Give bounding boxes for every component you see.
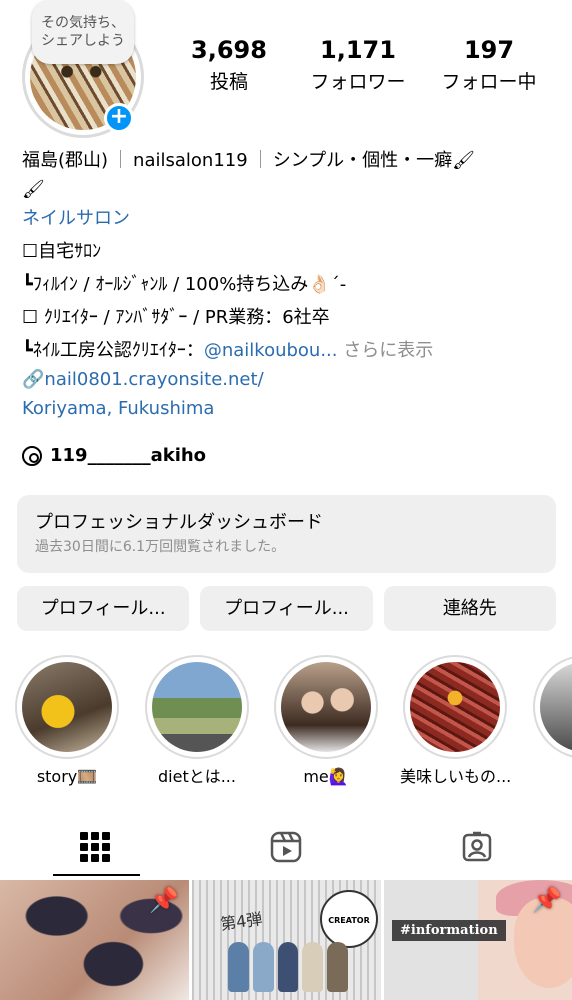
- followers-label: フォロワー: [310, 71, 406, 93]
- highlight-cover: [22, 662, 112, 752]
- following-label: フォロー中: [441, 71, 537, 93]
- tab-grid[interactable]: [0, 818, 190, 876]
- bio-emoji-row: 🖌: [22, 175, 552, 204]
- bio-mention-link[interactable]: @nailkoubou...: [204, 340, 338, 361]
- posts-grid: 📌 第4弾 CREATOR #information 📌: [0, 880, 572, 1000]
- contact-button[interactable]: 連絡先: [383, 586, 556, 631]
- bio-line-creator: ☐ ｸﾘｴｲﾀｰ / ｱﾝﾊﾞｻﾀﾞｰ / PR業務：6社卒: [22, 307, 330, 328]
- nail-samples: [228, 942, 348, 992]
- dashboard-subtitle: 過去30日間に6.1万回閲覧されました。: [35, 539, 286, 555]
- divider: [259, 150, 261, 168]
- threads-handle: 119_______akiho: [50, 445, 207, 466]
- post-overlay-text: 第4弾: [219, 909, 264, 934]
- highlight-item[interactable]: dietとは...: [142, 655, 252, 788]
- highlight-ring: [533, 655, 572, 759]
- highlight-cover: [152, 662, 242, 752]
- highlight-item[interactable]: 美味しいもの...: [400, 655, 512, 788]
- creator-badge: CREATOR: [320, 890, 378, 948]
- link-icon: 🔗: [22, 369, 45, 390]
- highlight-label: ｾﾙ: [530, 766, 572, 788]
- professional-dashboard[interactable]: プロフェッショナルダッシュボード 過去30日間に6.1万回閲覧されました。: [17, 495, 556, 573]
- note-bubble[interactable]: その気持ち、シェアしよう: [32, 0, 134, 64]
- highlight-ring: [15, 655, 119, 759]
- highlight-ring: [403, 655, 507, 759]
- bio-official-prefix: ┗ﾈｲﾙ工房公認ｸﾘｴｲﾀｰ：: [22, 340, 204, 361]
- highlight-label: dietとは...: [158, 767, 236, 786]
- threads-icon: [22, 446, 42, 466]
- bio-line-style: ┗ﾌｨﾙｲﾝ / ｵｰﾙｼﾞｬﾝﾙ / 100%持ち込み👌🏻´-: [22, 274, 347, 295]
- reels-icon: [270, 831, 302, 863]
- highlight-cover: [281, 662, 371, 752]
- highlight-cover: [540, 662, 572, 752]
- dashboard-title: プロフェッショナルダッシュボード: [35, 512, 323, 533]
- highlight-item[interactable]: ｾﾙ: [530, 655, 572, 788]
- profile-action-buttons: プロフィール... プロフィール... 連絡先: [17, 586, 556, 631]
- paintbrush-icon: 🖌: [22, 179, 45, 200]
- bio: 福島(郡山) nailsalon119 シンプル・個性・一癖🖌 🖌 ネイルサロン ☐…: [22, 146, 552, 423]
- post-thumbnail[interactable]: 第4弾 CREATOR: [192, 880, 381, 1000]
- active-tab-indicator: [53, 874, 140, 876]
- highlight-label: me🙋‍♀️: [303, 767, 349, 786]
- edit-profile-button[interactable]: プロフィール...: [17, 586, 190, 631]
- share-profile-button[interactable]: プロフィール...: [200, 586, 373, 631]
- posts-label: 投稿: [209, 71, 248, 93]
- highlight-item[interactable]: me🙋‍♀️: [271, 655, 381, 788]
- followers-stat[interactable]: 1,171 フォロワー: [300, 34, 416, 96]
- post-thumbnail[interactable]: #information 📌: [384, 880, 572, 1000]
- bio-header-row: 福島(郡山) nailsalon119 シンプル・個性・一癖🖌: [22, 146, 552, 175]
- post-overlay-label: #information: [392, 920, 506, 941]
- tab-reels[interactable]: [191, 818, 381, 876]
- bio-tagline: シンプル・個性・一癖🖌: [272, 150, 475, 171]
- profile-tabs: [0, 818, 572, 876]
- add-story-button[interactable]: +: [104, 103, 134, 133]
- pin-icon: 📌: [149, 886, 179, 914]
- bio-line-official: ┗ﾈｲﾙ工房公認ｸﾘｴｲﾀｰ：@nailkoubou... さらに表示: [22, 336, 552, 365]
- highlight-ring: [274, 655, 378, 759]
- highlight-ring: [145, 655, 249, 759]
- highlight-cover: [410, 662, 500, 752]
- posts-count: 3,698: [191, 36, 267, 64]
- threads-link[interactable]: 119_______akiho: [22, 442, 206, 470]
- grid-icon: [80, 832, 110, 862]
- bio-line-home: ☐自宅ｻﾛﾝ: [22, 241, 102, 262]
- tagged-icon: [462, 831, 492, 862]
- website-link[interactable]: nail0801.crayonsite.net/: [44, 369, 263, 390]
- highlight-label: story🎞️: [36, 767, 98, 786]
- see-more-link[interactable]: さらに表示: [343, 340, 433, 361]
- following-count: 197: [463, 36, 515, 64]
- following-stat[interactable]: 197 フォロー中: [430, 34, 548, 96]
- website-row[interactable]: 🔗nail0801.crayonsite.net/: [22, 365, 552, 394]
- posts-stat[interactable]: 3,698 投稿: [186, 34, 272, 96]
- highlight-label: 美味しいもの...: [400, 767, 512, 786]
- bio-location: 福島(郡山): [22, 150, 109, 171]
- post-thumbnail[interactable]: 📌: [0, 880, 189, 1000]
- followers-count: 1,171: [320, 36, 396, 64]
- highlight-item[interactable]: story🎞️: [12, 655, 122, 788]
- divider: [120, 150, 122, 168]
- pin-icon: 📌: [532, 886, 562, 914]
- bio-username: nailsalon119: [133, 150, 248, 171]
- bio-category[interactable]: ネイルサロン: [22, 204, 552, 233]
- location-link[interactable]: Koriyama, Fukushima: [22, 394, 552, 423]
- story-highlights: story🎞️ dietとは... me🙋‍♀️ 美味しいもの... ｾﾙ: [0, 655, 572, 795]
- tab-tagged[interactable]: [382, 818, 572, 876]
